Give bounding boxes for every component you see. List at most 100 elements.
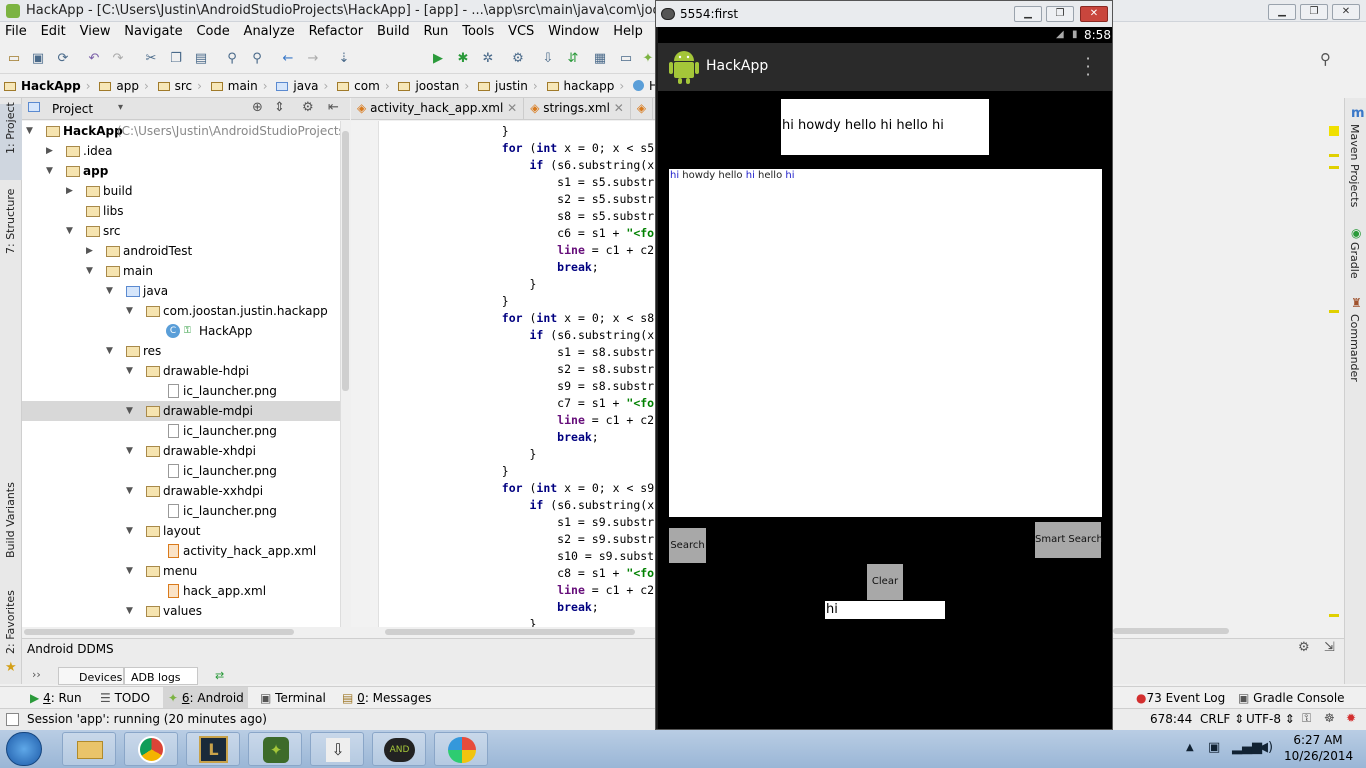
- toolwin-event-log[interactable]: ●73 Event Log: [1136, 691, 1225, 705]
- tab-project[interactable]: 1: Project: [4, 102, 17, 154]
- tree-node[interactable]: ▼ HackApp (C:\Users\Justin\AndroidStudioPr…: [22, 121, 340, 141]
- code-line[interactable]: }: [391, 123, 656, 140]
- top-text-field[interactable]: hi howdy hello hi hello hi: [781, 99, 989, 155]
- menu-edit[interactable]: Edit: [36, 22, 71, 41]
- code-line[interactable]: }: [391, 463, 656, 480]
- tree-node[interactable]: ▼ values: [22, 601, 340, 621]
- crumb-joostan[interactable]: joostan: [413, 76, 463, 93]
- code-text[interactable]: } for (int x = 0; x < s5.leng if (s6.sub…: [391, 123, 656, 627]
- tree-node[interactable]: ▼ java: [22, 281, 340, 301]
- tree-node[interactable]: ic_launcher.png: [22, 421, 340, 441]
- tree-node[interactable]: C ⚿ HackApp: [22, 321, 340, 341]
- tree-node[interactable]: libs: [22, 201, 340, 221]
- toolwin-gradle-console[interactable]: ▣ Gradle Console: [1238, 691, 1345, 705]
- warning-marker[interactable]: [1329, 166, 1339, 169]
- maximize-button[interactable]: ❐: [1300, 4, 1328, 20]
- make-icon[interactable]: ⇣: [336, 51, 352, 67]
- code-line[interactable]: if (s6.substring(x, x +: [391, 497, 656, 514]
- editor-hscrollbar[interactable]: [351, 627, 656, 637]
- tree-node[interactable]: ▼ drawable-xhdpi: [22, 441, 340, 461]
- code-line[interactable]: s9 = s8.substring(x: [391, 378, 656, 395]
- tray-volume-icon[interactable]: ◀): [1258, 740, 1273, 755]
- tree-node-selected[interactable]: ▼ drawable-mdpi: [22, 401, 340, 421]
- inspector-icon[interactable]: ☸: [1324, 711, 1335, 725]
- toolwin-run[interactable]: ▶ 4: Run: [30, 691, 82, 705]
- code-line[interactable]: line = c1 + c2 + c3: [391, 582, 656, 599]
- search-everywhere-icon[interactable]: ⚲: [1320, 50, 1331, 68]
- menu-refactor[interactable]: Refactor: [304, 22, 369, 41]
- crumb-java[interactable]: java: [291, 76, 322, 93]
- tree-node[interactable]: ▼ res: [22, 341, 340, 361]
- sync-icon[interactable]: ⟳: [55, 51, 71, 67]
- close-button[interactable]: ✕: [1332, 4, 1360, 20]
- editor-hscrollbar-right[interactable]: [1113, 626, 1229, 636]
- tray-time[interactable]: 6:27 AM: [1292, 733, 1344, 747]
- tab-strings-xml[interactable]: ◈ strings.xml ✕: [524, 98, 631, 119]
- taskbar-chrome[interactable]: [124, 732, 178, 766]
- collapse-all-icon[interactable]: ⇕: [274, 100, 285, 115]
- menu-run[interactable]: Run: [418, 22, 453, 41]
- find-icon[interactable]: ⚲: [224, 51, 240, 67]
- cursor-position[interactable]: 678:44: [1150, 712, 1192, 726]
- code-line[interactable]: for (int x = 0; x < s5.leng: [391, 140, 656, 157]
- code-line[interactable]: s2 = s9.substring(x: [391, 531, 656, 548]
- file-encoding[interactable]: UTF-8 ⇕: [1246, 712, 1295, 726]
- emulator-maximize-button[interactable]: ❐: [1046, 6, 1074, 22]
- emulator-close-button[interactable]: ✕: [1080, 6, 1108, 22]
- code-editor[interactable]: } for (int x = 0; x < s5.leng if (s6.sub…: [351, 121, 656, 627]
- tab-maven-projects[interactable]: Maven Projects: [1348, 124, 1361, 207]
- tree-node[interactable]: ▼ menu: [22, 561, 340, 581]
- tree-node[interactable]: ▼ main: [22, 261, 340, 281]
- code-line[interactable]: s2 = s5.substring(x: [391, 191, 656, 208]
- tab-structure[interactable]: 7: Structure: [4, 189, 17, 254]
- tab-adb-logs[interactable]: ADB logs: [124, 667, 198, 685]
- taskbar-paint[interactable]: [434, 732, 488, 766]
- overflow-menu-icon[interactable]: · · ·: [1084, 51, 1092, 83]
- tree-node[interactable]: ▶ .idea: [22, 141, 340, 161]
- code-line[interactable]: if (s6.substring(x, x +: [391, 327, 656, 344]
- warning-marker[interactable]: [1329, 614, 1339, 617]
- tab-gradle[interactable]: Gradle: [1348, 242, 1361, 279]
- code-line[interactable]: s1 = s8.substring(0: [391, 344, 656, 361]
- toolwin-messages[interactable]: ▤ 0: Messages: [342, 691, 432, 705]
- crumb-hackapp[interactable]: HackApp: [19, 76, 85, 93]
- tree-node[interactable]: ▼ layout: [22, 521, 340, 541]
- code-line[interactable]: for (int x = 0; x < s8.leng: [391, 310, 656, 327]
- tree-node[interactable]: ▼ src: [22, 221, 340, 241]
- code-line[interactable]: break;: [391, 599, 656, 616]
- project-tree-hscrollbar[interactable]: [22, 627, 350, 637]
- tree-node[interactable]: hack_app.xml: [22, 581, 340, 601]
- tree-node[interactable]: ic_launcher.png: [22, 381, 340, 401]
- device-monitor-icon[interactable]: ▭: [618, 51, 634, 67]
- tab-commander[interactable]: Commander: [1348, 314, 1361, 382]
- crumb-justin[interactable]: justin: [493, 76, 532, 93]
- ddms-settings-icon[interactable]: ⚙: [1298, 640, 1310, 655]
- undo-icon[interactable]: ↶: [86, 51, 102, 67]
- query-input[interactable]: hi: [825, 601, 945, 619]
- code-line[interactable]: line = c1 + c2 + c3: [391, 242, 656, 259]
- menu-navigate[interactable]: Navigate: [119, 22, 187, 41]
- save-icon[interactable]: ▣: [30, 51, 46, 67]
- smart-search-button[interactable]: Smart Search: [1035, 522, 1103, 558]
- project-tree-scrollbar[interactable]: [340, 121, 350, 627]
- error-icon[interactable]: ✹: [1346, 711, 1356, 725]
- tab-activity-hack-app-xml[interactable]: ◈ activity_hack_app.xml ✕: [351, 98, 525, 119]
- tab-devices[interactable]: Devices: [58, 667, 124, 685]
- code-line[interactable]: s1 = s9.substring(0: [391, 514, 656, 531]
- replace-icon[interactable]: ⚲: [249, 51, 265, 67]
- sdk-manager-icon[interactable]: ⇩: [540, 51, 556, 67]
- code-line[interactable]: c7 = s1 + "<font co: [391, 395, 656, 412]
- android-icon[interactable]: ✦: [640, 51, 656, 67]
- menu-view[interactable]: View: [75, 22, 116, 41]
- tree-node[interactable]: ic_launcher.png: [22, 461, 340, 481]
- emulator-minimize-button[interactable]: ▁: [1014, 6, 1042, 22]
- code-line[interactable]: s8 = s5.substring(x: [391, 208, 656, 225]
- tree-node[interactable]: ▶ androidTest: [22, 241, 340, 261]
- tab-build-variants[interactable]: Build Variants: [4, 482, 17, 558]
- code-line[interactable]: s10 = s9.substring: [391, 548, 656, 565]
- copy-icon[interactable]: ❐: [168, 51, 184, 67]
- taskbar-android-studio[interactable]: ✦: [248, 732, 302, 766]
- toolwin-terminal[interactable]: ▣ Terminal: [260, 691, 326, 705]
- code-line[interactable]: c8 = s1 + "<font co: [391, 565, 656, 582]
- tree-node[interactable]: ▼ com.joostan.justin.hackapp: [22, 301, 340, 321]
